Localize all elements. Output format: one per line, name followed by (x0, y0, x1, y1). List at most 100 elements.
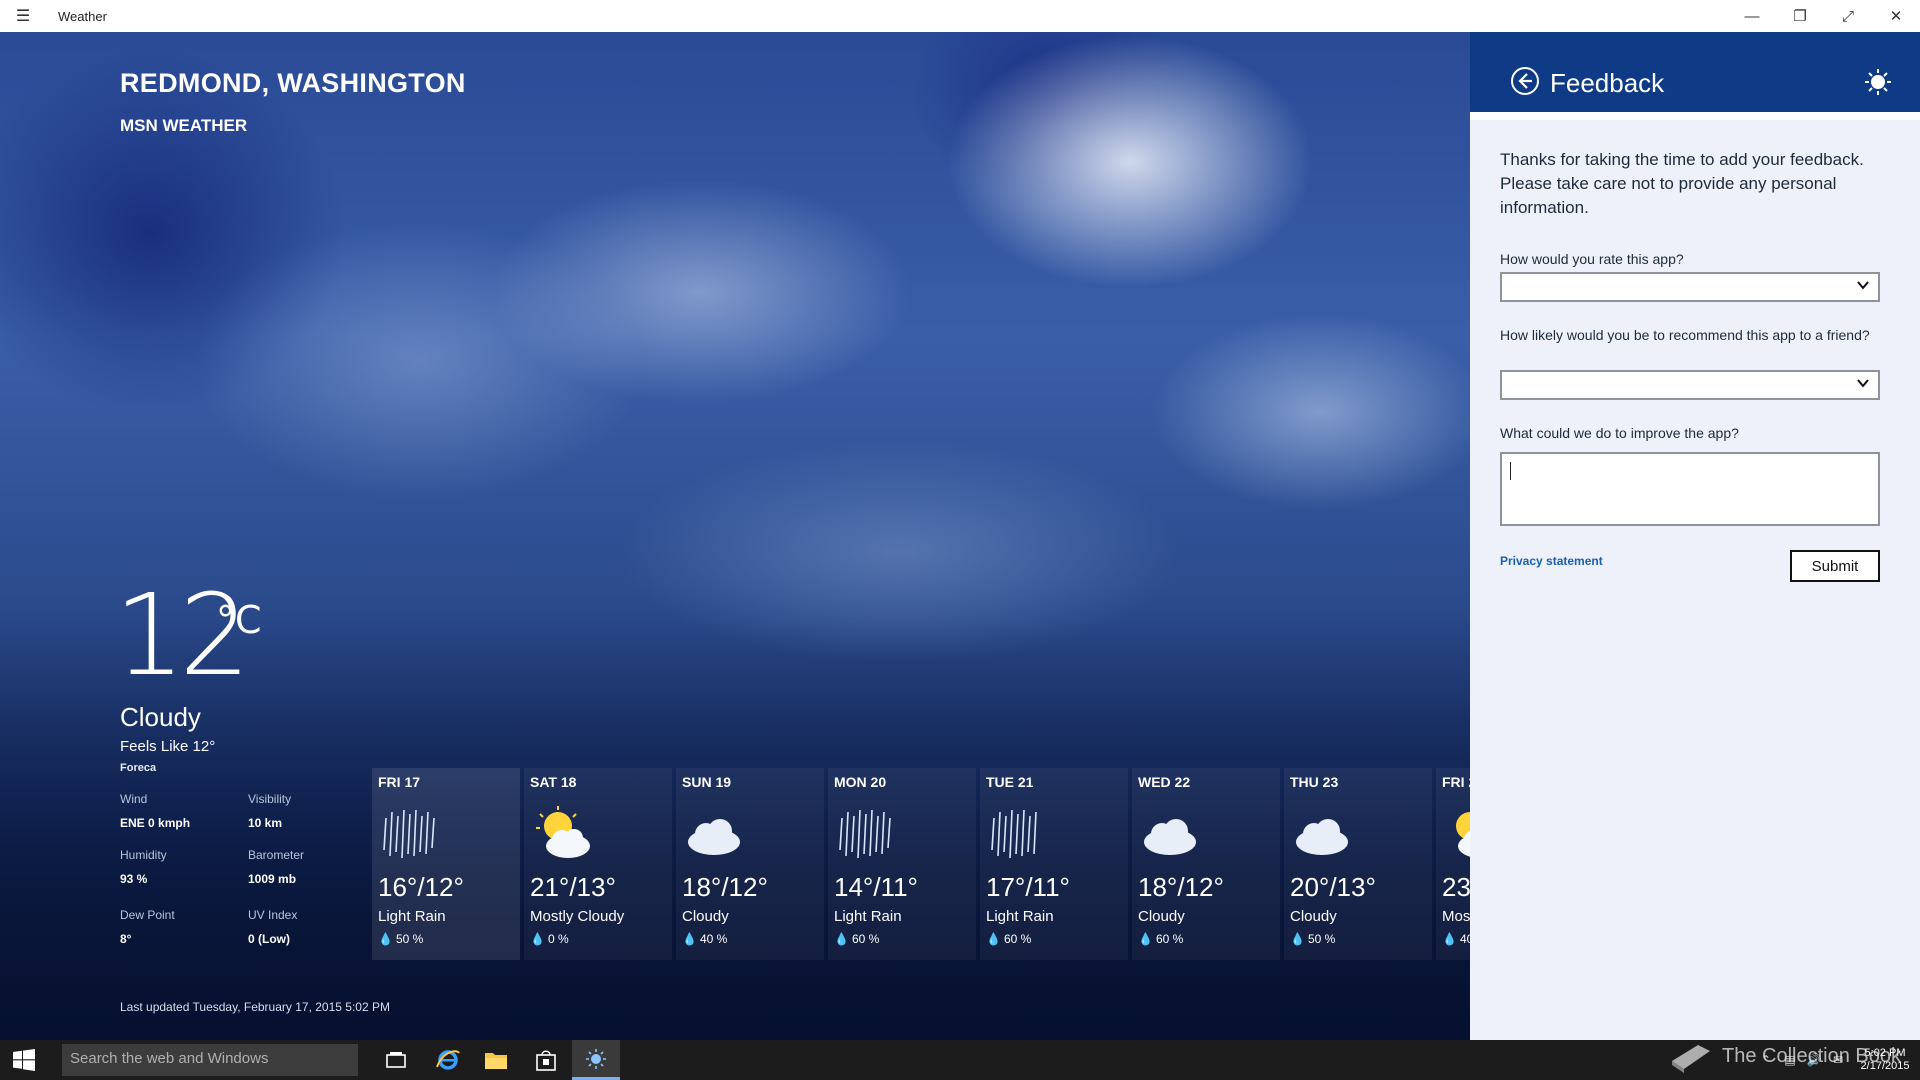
raindrop-icon: 💧 (1138, 932, 1153, 946)
watermark-text: The Collection Book (1722, 1044, 1901, 1067)
precip-value: 40 % (699, 932, 728, 946)
taskbar-search-box[interactable]: Search the web and Windows (62, 1044, 358, 1076)
recommend-dropdown[interactable] (1500, 370, 1880, 400)
raindrop-icon: 💧 (986, 932, 1001, 946)
forecast-day-name: FRI 17 (378, 774, 421, 790)
rain-icon (839, 809, 891, 859)
forecast-day[interactable]: THU 23 20°/13° Cloudy 💧 50 % (1284, 768, 1432, 960)
improve-textarea[interactable] (1500, 452, 1880, 526)
internet-explorer-button[interactable] (424, 1040, 472, 1080)
detail-humidity: Humidity 93 % (120, 848, 240, 886)
task-view-icon (386, 1052, 406, 1068)
detail-dew-point: Dew Point 8° (120, 908, 240, 946)
file-explorer-button[interactable] (472, 1040, 520, 1080)
sun-icon (1865, 69, 1891, 95)
header-divider (1470, 112, 1920, 120)
cloud-icon (1144, 819, 1196, 855)
forecast-hilo: 18°/12° (682, 872, 768, 902)
forecast-hilo: 23 (1442, 872, 1470, 902)
daily-forecast: FRI 17 16°/12° Light Rain 💧 50 % SAT 18 2… (372, 768, 1470, 960)
forecast-day-name: SUN 19 (682, 774, 732, 790)
forecast-desc: Cloudy (1290, 908, 1337, 925)
temperature-unit[interactable]: °C (216, 598, 262, 642)
data-provider: Foreca (120, 762, 157, 774)
raindrop-icon: 💧 (378, 932, 393, 946)
detail-value: 8° (120, 932, 132, 946)
forecast-precip: 💧 0 % (530, 932, 569, 946)
feels-like: Feels Like 12° (120, 738, 216, 755)
forecast-precip: 💧 50 % (378, 932, 423, 946)
store-button[interactable] (522, 1040, 570, 1080)
minimize-button[interactable]: — (1728, 0, 1776, 32)
forecast-day-name: FRI 2 (1442, 774, 1470, 790)
forecast-desc: Mostly Cloudy (530, 908, 625, 925)
title-bar: ☰ Weather — ❐ ⤢ ✕ (0, 0, 1920, 32)
forecast-day-name: MON 20 (834, 774, 887, 790)
submit-button[interactable]: Submit (1790, 550, 1880, 582)
detail-value: 0 (Low) (248, 932, 290, 946)
chevron-down-icon (1857, 281, 1869, 290)
current-condition: Cloudy (120, 702, 201, 732)
forecast-desc: Light Rain (378, 908, 446, 925)
fullscreen-button[interactable]: ⤢ (1824, 0, 1872, 32)
back-arrow-icon[interactable] (1510, 66, 1540, 96)
rain-icon (383, 809, 435, 859)
forecast-desc: Cloudy (1138, 908, 1185, 925)
forecast-day-name: SAT 18 (530, 774, 577, 790)
detail-value: ENE 0 kmph (120, 816, 191, 830)
privacy-statement-link[interactable]: Privacy statement (1500, 554, 1603, 568)
precip-value: 0 % (547, 932, 569, 946)
detail-label: Visibility (248, 792, 292, 806)
raindrop-icon: 💧 (530, 932, 545, 946)
forecast-day[interactable]: FRI 2 23 Mos 💧40 (1436, 768, 1470, 960)
watermark: The Collection Book (1668, 1037, 1901, 1075)
improve-question: What could we do to improve the app? (1500, 425, 1739, 441)
forecast-precip: 💧 60 % (1138, 932, 1183, 946)
partly-sunny-icon (536, 806, 590, 858)
detail-label: Dew Point (120, 908, 175, 922)
forecast-day[interactable]: SAT 18 21°/13° Mostly Cloudy 💧 0 % (524, 768, 672, 960)
forecast-day[interactable]: MON 20 14°/11° Light Rain 💧 60 % (828, 768, 976, 960)
hamburger-menu-icon[interactable]: ☰ (0, 0, 46, 32)
last-updated: Last updated Tuesday, February 17, 2015 … (120, 1000, 390, 1014)
detail-value: 10 km (248, 816, 283, 830)
forecast-day-name: THU 23 (1290, 774, 1339, 790)
weather-app-button[interactable] (572, 1040, 620, 1080)
feedback-intro: Thanks for taking the time to add your f… (1500, 150, 1864, 217)
cloud-icon (1296, 819, 1348, 855)
forecast-day[interactable]: FRI 17 16°/12° Light Rain 💧 50 % (372, 768, 520, 960)
forecast-day[interactable]: SUN 19 18°/12° Cloudy 💧 40 % (676, 768, 824, 960)
start-button[interactable] (0, 1040, 48, 1080)
forecast-day[interactable]: TUE 21 17°/11° Light Rain 💧 60 % (980, 768, 1128, 960)
precip-value: 60 % (1003, 932, 1032, 946)
restore-button[interactable]: ❐ (1776, 0, 1824, 32)
rain-icon (991, 809, 1037, 859)
detail-barometer: Barometer 1009 mb (248, 848, 368, 886)
forecast-desc: Cloudy (682, 908, 729, 925)
precip-value: 50 % (395, 932, 424, 946)
location-name: REDMOND, WASHINGTON (120, 68, 466, 98)
detail-wind: Wind ENE 0 kmph (120, 792, 240, 830)
rate-dropdown[interactable] (1500, 272, 1880, 302)
close-button[interactable]: ✕ (1872, 0, 1920, 32)
feedback-header: Feedback (1470, 32, 1920, 112)
chevron-down-icon (1857, 379, 1869, 388)
precip-value: 60 % (851, 932, 880, 946)
text-caret (1510, 462, 1511, 480)
forecast-precip: 💧 60 % (986, 932, 1031, 946)
forecast-desc: Light Rain (986, 908, 1054, 925)
forecast-desc: Mos (1442, 908, 1470, 925)
sun-icon (586, 1048, 606, 1069)
detail-label: Humidity (120, 848, 167, 862)
folder-icon (485, 1053, 507, 1069)
forecast-hilo: 18°/12° (1138, 872, 1224, 902)
raindrop-icon: 💧 (682, 932, 697, 946)
precip-value: 50 % (1307, 932, 1336, 946)
forecast-day-name: TUE 21 (986, 774, 1034, 790)
forecast-day[interactable]: WED 22 18°/12° Cloudy 💧 60 % (1132, 768, 1280, 960)
detail-value: 1009 mb (248, 872, 297, 886)
task-view-button[interactable] (372, 1040, 420, 1080)
forecast-day-name: WED 22 (1138, 774, 1191, 790)
forecast-precip: 💧 60 % (834, 932, 879, 946)
partly-sunny-icon (1456, 812, 1470, 857)
